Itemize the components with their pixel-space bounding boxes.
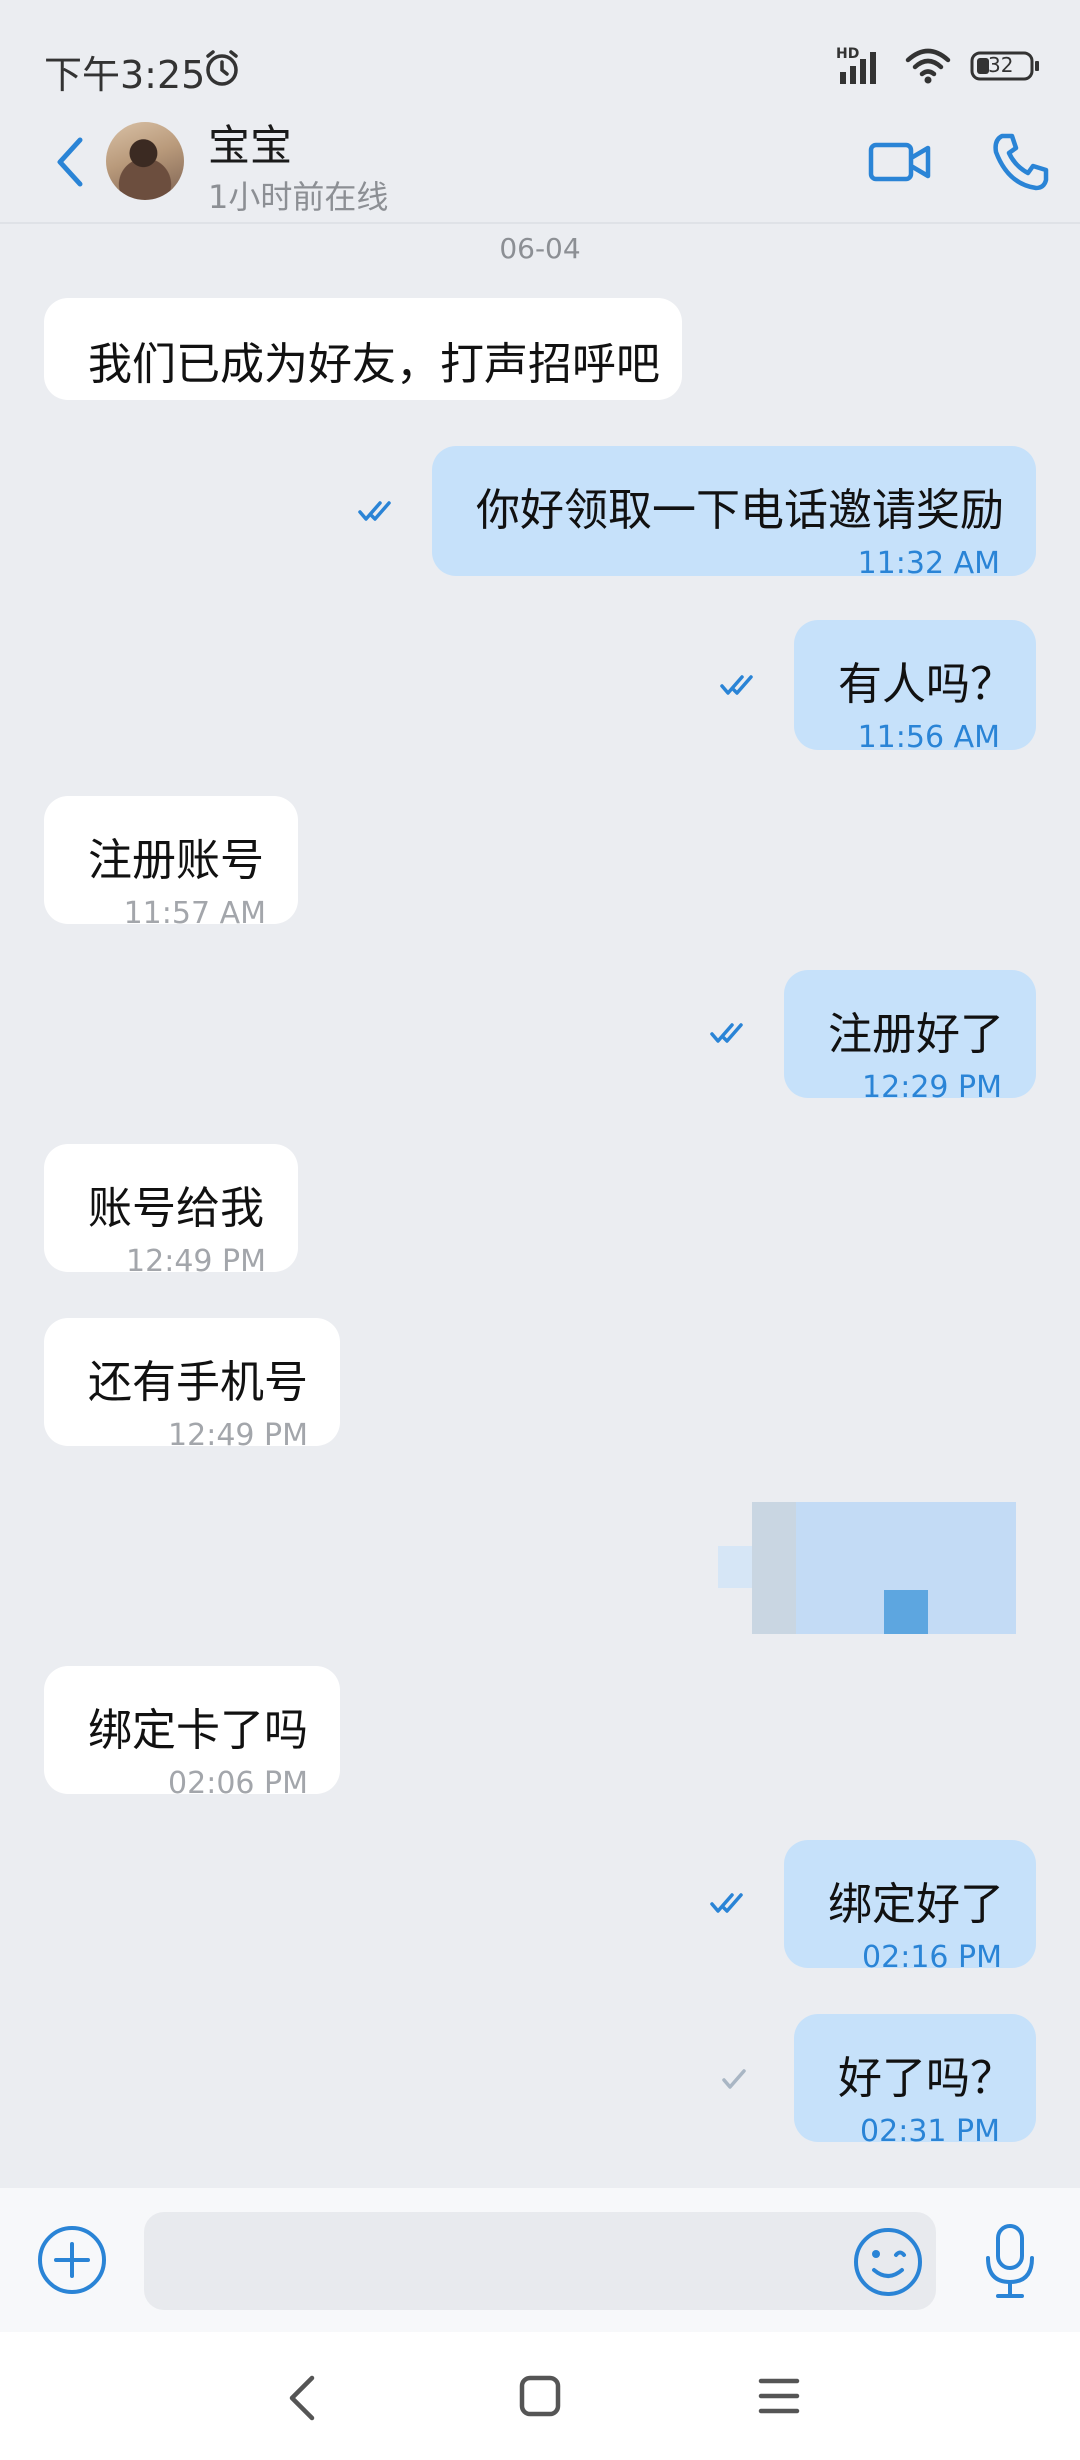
avatar[interactable] bbox=[106, 122, 184, 200]
read-receipt-icon bbox=[720, 675, 753, 695]
nav-menu-icon[interactable] bbox=[758, 2376, 800, 2416]
message-time: 11:56 AM bbox=[857, 720, 1000, 755]
message-text: 好了吗？ bbox=[838, 2053, 1014, 2104]
voice-call-button[interactable] bbox=[988, 130, 1052, 194]
read-receipt-icon bbox=[710, 1893, 743, 1913]
battery-icon: 32 bbox=[970, 50, 1040, 82]
nav-home-icon[interactable] bbox=[518, 2374, 562, 2418]
attach-plus-button[interactable] bbox=[36, 2224, 108, 2296]
message-bubble[interactable]: 注册好了 12:29 PM bbox=[784, 970, 1036, 1105]
message-input[interactable] bbox=[144, 2212, 936, 2310]
message-bubble[interactable]: 我们已成为好友，打声招呼吧 bbox=[44, 298, 682, 400]
message-text: 注册好了 bbox=[828, 1009, 1004, 1060]
message-time: 11:57 AM bbox=[123, 896, 266, 931]
nav-back-icon[interactable] bbox=[282, 2374, 322, 2422]
alarm-icon bbox=[206, 50, 238, 86]
image-segment bbox=[752, 1502, 796, 1634]
read-receipt-icon bbox=[358, 501, 391, 521]
battery-level: 32 bbox=[988, 53, 1014, 77]
contact-status: 1小时前在线 bbox=[208, 178, 389, 216]
message-bubble[interactable]: 账号给我 12:49 PM bbox=[44, 1144, 298, 1279]
message-bubble[interactable]: 还有手机号 12:49 PM bbox=[44, 1318, 340, 1453]
message-time: 11:32 AM bbox=[857, 546, 1000, 581]
video-call-button[interactable] bbox=[868, 138, 932, 186]
message-time: 02:31 PM bbox=[860, 2114, 1000, 2149]
image-message[interactable] bbox=[752, 1502, 1016, 1634]
message-text: 你好领取一下电话邀请奖励 bbox=[476, 485, 1004, 536]
emoji-button[interactable] bbox=[852, 2226, 924, 2298]
message-bubble[interactable]: 绑定卡了吗 02:06 PM bbox=[44, 1666, 340, 1801]
message-text: 绑定好了 bbox=[828, 1879, 1004, 1930]
message-bubble[interactable]: 你好领取一下电话邀请奖励 11:32 AM bbox=[432, 446, 1036, 581]
sent-check-icon bbox=[722, 2069, 746, 2089]
back-button[interactable] bbox=[50, 134, 90, 190]
message-text: 还有手机号 bbox=[88, 1357, 308, 1408]
message-bubble[interactable]: 好了吗？ 02:31 PM bbox=[794, 2014, 1036, 2149]
message-text: 绑定卡了吗 bbox=[88, 1705, 308, 1756]
status-icons: HD 32 bbox=[836, 46, 1040, 86]
contact-name[interactable]: 宝宝 bbox=[208, 112, 292, 173]
message-text: 注册账号 bbox=[88, 835, 264, 886]
message-time: 02:06 PM bbox=[168, 1766, 308, 1801]
wifi-icon bbox=[905, 48, 951, 84]
message-text: 有人吗？ bbox=[838, 659, 1014, 710]
read-receipt-icon bbox=[710, 1023, 743, 1043]
signal-icon: HD bbox=[836, 46, 886, 86]
message-text: 账号给我 bbox=[88, 1183, 264, 1234]
date-divider: 06-04 bbox=[499, 232, 581, 265]
message-time: 12:49 PM bbox=[126, 1244, 266, 1279]
voice-input-button[interactable] bbox=[982, 2222, 1038, 2302]
message-time: 12:29 PM bbox=[862, 1070, 1002, 1105]
status-bar: 下午3:25 HD 32 bbox=[0, 0, 1080, 118]
message-bubble[interactable]: 注册账号 11:57 AM bbox=[44, 796, 298, 931]
message-text: 我们已成为好友，打声招呼吧 bbox=[88, 339, 660, 390]
message-bubble[interactable]: 绑定好了 02:16 PM bbox=[784, 1840, 1036, 1975]
message-time: 02:16 PM bbox=[862, 1940, 1002, 1975]
message-bubble[interactable]: 有人吗？ 11:56 AM bbox=[794, 620, 1036, 755]
image-loading-indicator bbox=[718, 1546, 754, 1588]
image-segment bbox=[884, 1590, 928, 1634]
status-time: 下午3:25 bbox=[44, 53, 206, 97]
message-time: 12:49 PM bbox=[168, 1418, 308, 1453]
